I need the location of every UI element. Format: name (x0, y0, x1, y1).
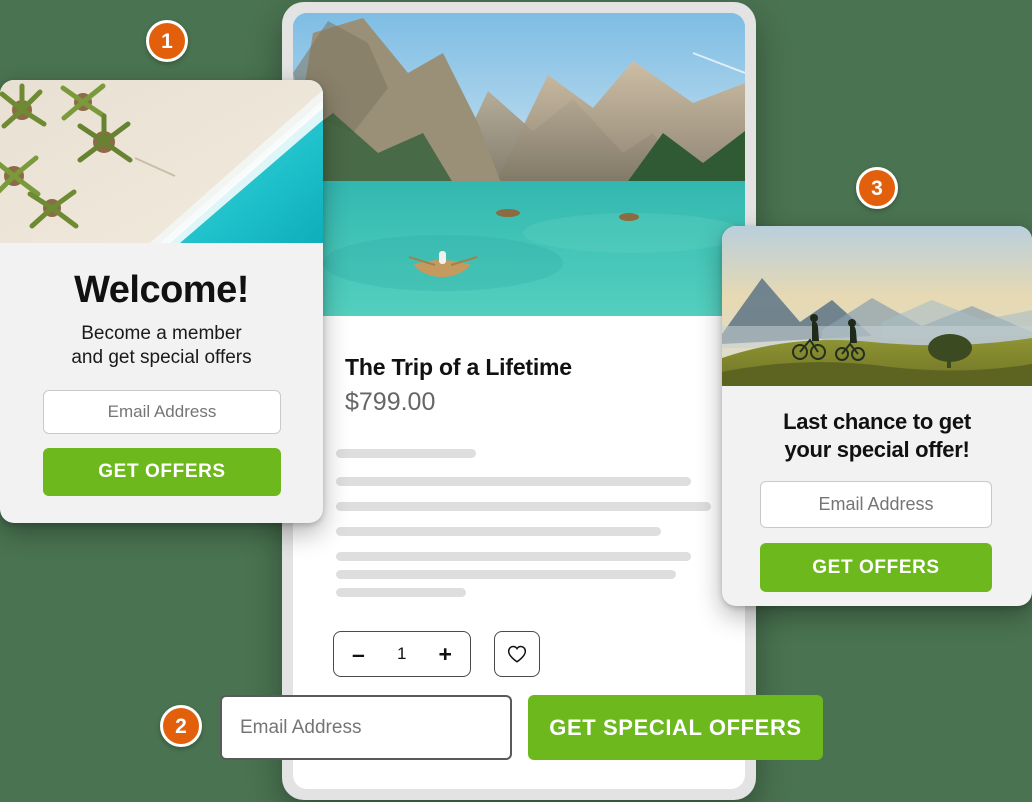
heart-icon (507, 645, 527, 663)
device-screen: The Trip of a Lifetime $799.00 – 1 + (293, 13, 745, 789)
quantity-decrement-button[interactable]: – (352, 642, 365, 666)
mountain-lake-photo (293, 13, 745, 316)
last-chance-popup-card: Last chance to get your special offer! G… (722, 226, 1032, 606)
welcome-subtitle: Become a member and get special offers (20, 322, 303, 370)
step-badge-2: 2 (160, 705, 202, 747)
welcome-title: Welcome! (74, 269, 249, 311)
beach-aerial-photo (0, 80, 323, 243)
product-page-card: The Trip of a Lifetime $799.00 – 1 + (282, 2, 756, 800)
skeleton-line (336, 477, 691, 486)
mountain-bikers-illustration (722, 226, 1032, 386)
step-badge-3: 3 (856, 167, 898, 209)
last-chance-title: Last chance to get your special offer! (740, 408, 1014, 464)
mockup-stage: The Trip of a Lifetime $799.00 – 1 + Wel… (0, 0, 1032, 802)
skeleton-line (336, 570, 676, 579)
welcome-get-offers-button[interactable]: GET OFFERS (43, 448, 281, 496)
welcome-email-input[interactable] (43, 390, 281, 434)
mountain-lake-illustration (293, 13, 745, 316)
welcome-subtitle-line1: Become a member (81, 323, 242, 344)
wishlist-button[interactable] (494, 631, 540, 677)
quantity-stepper[interactable]: – 1 + (333, 631, 471, 677)
step-badge-1: 1 (146, 20, 188, 62)
mountain-bikers-sunrise-photo (722, 226, 1032, 386)
skeleton-line (336, 588, 466, 597)
welcome-subtitle-line2: and get special offers (71, 347, 252, 368)
skeleton-line (336, 552, 691, 561)
quantity-value: 1 (396, 644, 407, 663)
bottom-bar-email-input[interactable] (220, 695, 512, 760)
last-chance-title-line2: your special offer! (784, 437, 970, 462)
last-chance-email-input[interactable] (760, 481, 992, 528)
skeleton-line (336, 527, 661, 536)
skeleton-line (336, 502, 711, 511)
quantity-increment-button[interactable]: + (439, 642, 452, 666)
welcome-popup-card: Welcome! Become a member and get special… (0, 80, 323, 523)
product-price: $799.00 (345, 388, 436, 416)
last-chance-title-line1: Last chance to get (783, 409, 971, 434)
product-title: The Trip of a Lifetime (345, 354, 572, 380)
skeleton-line (336, 449, 476, 458)
last-chance-get-offers-button[interactable]: GET OFFERS (760, 543, 992, 592)
beach-aerial-illustration (0, 80, 323, 243)
get-special-offers-button[interactable]: GET SPECIAL OFFERS (528, 695, 823, 760)
